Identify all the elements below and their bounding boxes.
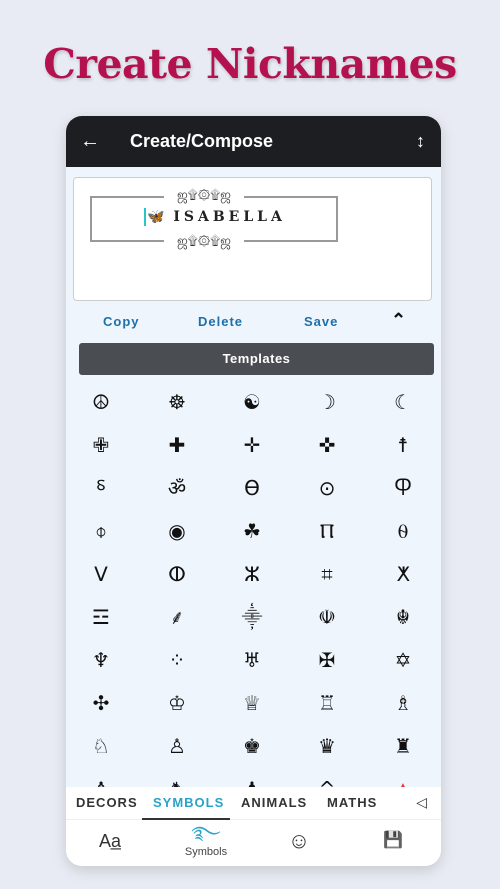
swirl-icon: ࿐: [191, 823, 221, 843]
symbol-item[interactable]: ◉: [147, 511, 207, 551]
nickname-text: 🦋 ISABELLA: [144, 208, 286, 226]
symbol-item[interactable]: ♗: [373, 683, 433, 723]
symbol-item[interactable]: ⸙: [147, 597, 207, 637]
nav-fonts[interactable]: Aa̲: [90, 830, 130, 866]
symbol-item[interactable]: ॐ: [147, 468, 207, 508]
symbol-item[interactable]: ☽: [297, 382, 357, 422]
page-title: Create/Compose: [130, 131, 274, 151]
symbol-item[interactable]: ✠: [297, 640, 357, 680]
symbol-item[interactable]: ⴸ: [71, 554, 131, 594]
more-tabs-icon[interactable]: ◁: [416, 794, 427, 811]
symbol-item[interactable]: ⌽: [71, 511, 131, 551]
templates-button[interactable]: Templates: [79, 343, 434, 375]
app-bar: ← Create/Compose ↕: [66, 116, 441, 167]
ornament-bottom: ஜ۩۞۩ஜ: [164, 233, 244, 249]
symbol-item[interactable]: ♜: [373, 726, 433, 766]
symbol-item[interactable]: Ѳ: [222, 468, 282, 508]
symbol-item[interactable]: ⸹: [71, 468, 131, 508]
butterfly-icon: 🦋: [147, 209, 165, 225]
nickname-editor[interactable]: ஜ۩۞۩ஜ ஜ۩۞۩ஜ 🦋 ISABELLA: [73, 177, 432, 301]
symbol-item[interactable]: ⁘: [147, 640, 207, 680]
vertical-arrows-icon[interactable]: ↕: [416, 131, 425, 152]
symbol-item[interactable]: ♆: [71, 640, 131, 680]
symbol-item[interactable]: ♅: [222, 640, 282, 680]
action-row: Copy Delete Save ⌃: [66, 310, 441, 334]
save-button[interactable]: Save: [304, 314, 338, 329]
symbol-item[interactable]: ☫: [297, 597, 357, 637]
chevron-up-icon[interactable]: ⌃: [391, 310, 406, 331]
tab-animals[interactable]: ANIMALS: [241, 795, 307, 810]
symbol-item[interactable]: ♛: [297, 726, 357, 766]
symbol-item[interactable]: ☸: [147, 382, 207, 422]
tab-symbols[interactable]: SYMBOLS: [153, 795, 224, 810]
symbol-item[interactable]: ⵀ: [147, 554, 207, 594]
text-cursor: [144, 208, 146, 226]
symbol-item[interactable]: ⵅ: [373, 554, 433, 594]
symbol-item[interactable]: ☘: [222, 511, 282, 551]
symbol-item[interactable]: ☨: [373, 425, 433, 465]
symbol-item[interactable]: ♙: [147, 726, 207, 766]
promo-title: Create Nicknames: [43, 40, 457, 88]
symbol-item[interactable]: Ⴔ: [373, 468, 433, 508]
name-value: ISABELLA: [173, 209, 286, 225]
nav-emoji[interactable]: ☺: [279, 830, 319, 866]
symbol-item[interactable]: ✙: [71, 425, 131, 465]
bottom-nav: Aa̲ ࿐ Symbols ☺ 💾: [66, 820, 441, 866]
symbol-item[interactable]: ✣: [71, 683, 131, 723]
category-tabs: DECORS SYMBOLS ANIMALS MATHS ◁: [66, 787, 441, 820]
tab-maths[interactable]: MATHS: [327, 795, 377, 810]
delete-button[interactable]: Delete: [198, 314, 243, 329]
symbol-item[interactable]: Ⲡ: [297, 511, 357, 551]
symbol-item[interactable]: ⊙: [297, 468, 357, 508]
symbol-item[interactable]: ♘: [71, 726, 131, 766]
symbol-item[interactable]: ✜: [297, 425, 357, 465]
symbol-item[interactable]: ♚: [222, 726, 282, 766]
symbol-item[interactable]: ☬: [373, 597, 433, 637]
symbol-item[interactable]: ⌗: [297, 554, 357, 594]
nav-saved[interactable]: 💾: [373, 830, 413, 866]
tab-decors[interactable]: DECORS: [76, 795, 138, 810]
font-icon: Aa̲: [98, 831, 122, 851]
symbol-item[interactable]: ☯: [222, 382, 282, 422]
app-window: ← Create/Compose ↕ ஜ۩۞۩ஜ ஜ۩۞۩ஜ 🦋 ISABELL…: [66, 116, 441, 866]
back-arrow-icon[interactable]: ←: [80, 130, 100, 153]
symbol-item[interactable]: ✚: [147, 425, 207, 465]
copy-button[interactable]: Copy: [103, 314, 140, 329]
symbol-item[interactable]: ☮: [71, 382, 131, 422]
symbol-item[interactable]: ☲: [71, 597, 131, 637]
symbol-item[interactable]: ✛: [222, 425, 282, 465]
symbol-item[interactable]: ♖: [297, 683, 357, 723]
symbol-item[interactable]: ⸎: [222, 597, 282, 637]
symbol-item[interactable]: ✡: [373, 640, 433, 680]
nav-symbols-label: Symbols: [184, 846, 228, 858]
symbol-item[interactable]: ♔: [147, 683, 207, 723]
symbol-item[interactable]: ⵣ: [222, 554, 282, 594]
smiley-icon: ☺: [287, 830, 311, 852]
symbol-item[interactable]: ♕: [222, 683, 282, 723]
symbol-item[interactable]: ⍬: [373, 511, 433, 551]
save-icon: 💾: [383, 832, 403, 849]
ornament-top: ஜ۩۞۩ஜ: [164, 187, 244, 203]
nav-symbols[interactable]: ࿐ Symbols: [176, 822, 236, 862]
symbol-item[interactable]: ☾: [373, 382, 433, 422]
